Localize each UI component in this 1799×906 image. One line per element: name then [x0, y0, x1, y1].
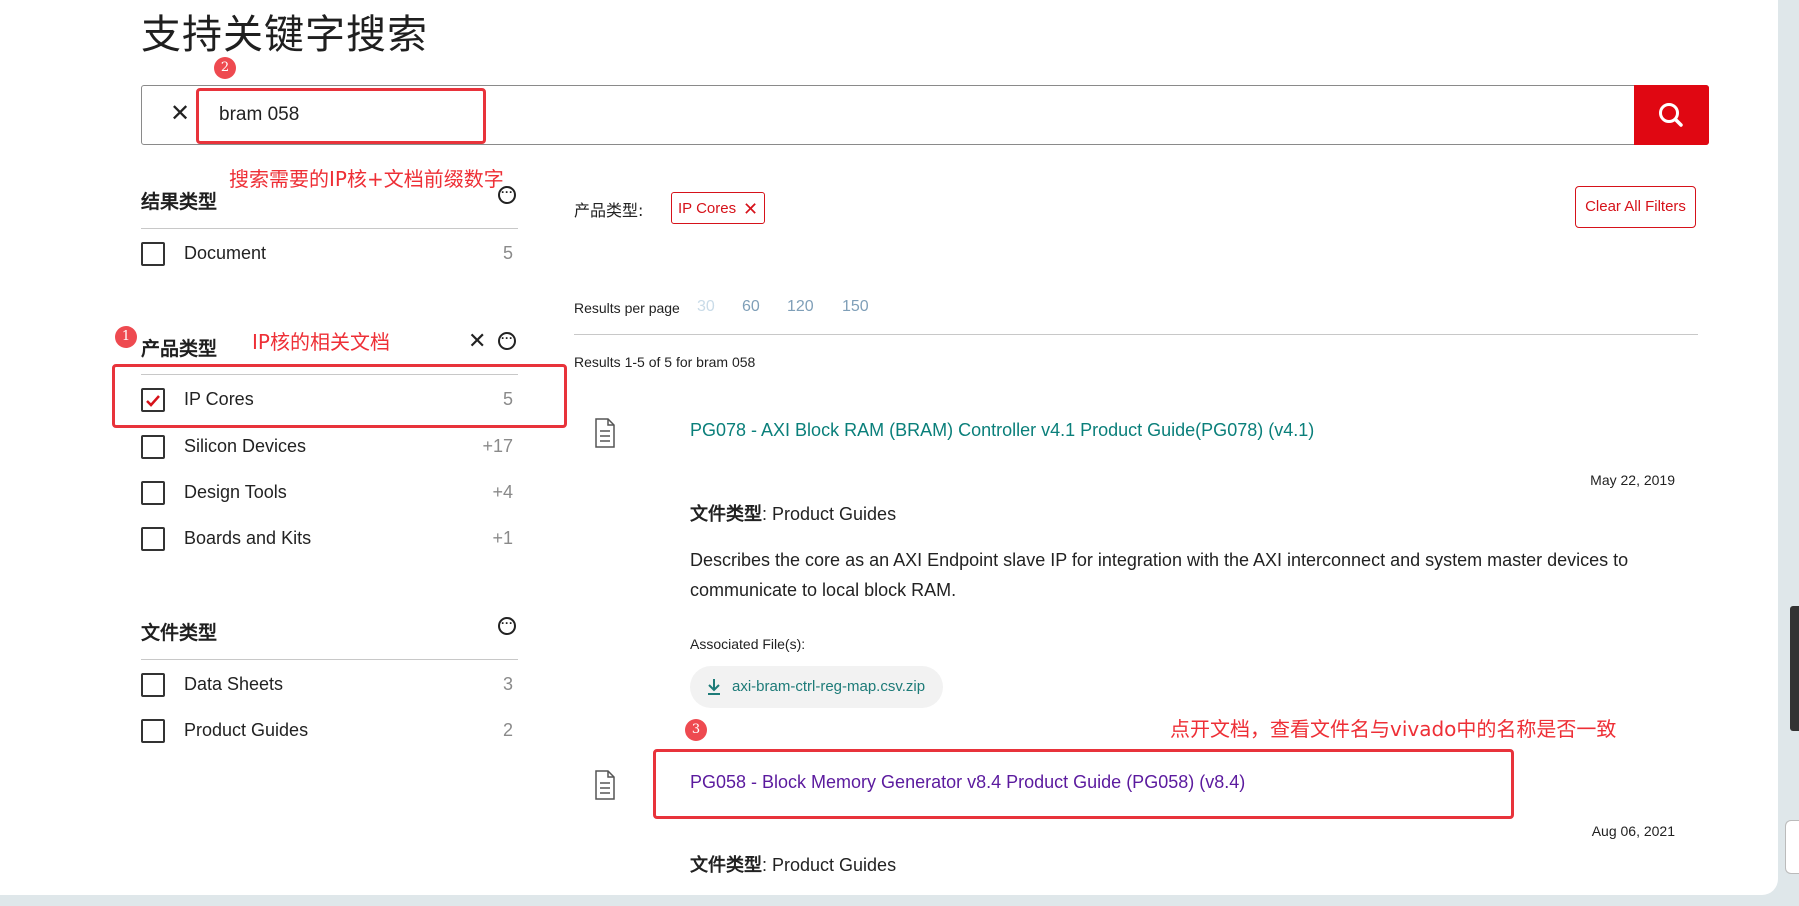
facet-option-label: Product Guides — [184, 720, 309, 740]
results-divider — [574, 334, 1698, 335]
clear-all-filters-button[interactable]: Clear All Filters — [1575, 186, 1696, 228]
results-per-page-option-150[interactable]: 150 — [842, 298, 869, 316]
facet-option-label: IP Cores — [184, 389, 254, 409]
more-options-icon[interactable]: ··· — [498, 332, 516, 350]
checkbox-checked[interactable] — [141, 388, 165, 412]
annotation-badge-3: 3 — [685, 719, 707, 741]
facet-option-label: Document — [184, 243, 267, 263]
annotation-badge-2: 2 — [214, 57, 236, 79]
annotation-badge-1: 1 — [115, 326, 137, 348]
results-per-page-option-60[interactable]: 60 — [742, 298, 760, 316]
checkbox[interactable] — [141, 673, 165, 697]
facet-divider — [141, 228, 518, 229]
search-icon — [1659, 103, 1683, 127]
facet-option-label: Silicon Devices — [184, 436, 307, 456]
annotation-box-search — [196, 88, 486, 144]
checkbox[interactable] — [141, 481, 165, 505]
results-summary: Results 1-5 of 5 for bram 058 — [574, 354, 756, 370]
checkbox[interactable] — [141, 242, 165, 266]
clear-search-icon[interactable]: ✕ — [165, 99, 195, 129]
facet-title-file-type: 文件类型 — [141, 622, 218, 644]
annotation-note-3: 点开文档，查看文件名与vivado中的名称是否一致 — [1170, 717, 1617, 741]
file-type-value: : Product Guides — [762, 504, 897, 524]
results-per-page-option-30[interactable]: 30 — [697, 298, 715, 316]
file-type-label: 文件类型 — [690, 855, 762, 876]
clear-facet-icon[interactable]: ✕ — [468, 330, 486, 352]
results-per-page-label: Results per page — [574, 300, 680, 316]
download-icon — [708, 679, 720, 695]
checkbox[interactable] — [141, 527, 165, 551]
remove-filter-icon[interactable]: ✕ — [743, 193, 758, 225]
associated-file-name: axi-bram-ctrl-reg-map.csv.zip — [732, 678, 926, 695]
facet-option-data-sheets[interactable]: Data Sheets 3 — [141, 671, 513, 701]
facet-title-result-type: 结果类型 — [141, 191, 218, 213]
facet-option-document[interactable]: Document 5 — [141, 240, 513, 270]
facet-option-count: 5 — [502, 243, 513, 263]
result-file-type: 文件类型: Product Guides — [690, 851, 896, 877]
checkmark-icon — [146, 395, 160, 407]
file-type-label: 文件类型 — [690, 504, 762, 525]
page-title: 支持关键字搜索 — [141, 12, 428, 58]
checkbox[interactable] — [141, 435, 165, 459]
facet-option-count: +17 — [482, 436, 513, 456]
facet-option-label: Data Sheets — [184, 674, 284, 694]
search-button[interactable] — [1634, 85, 1709, 145]
checkbox[interactable] — [141, 719, 165, 743]
annotation-note-1: IP核的相关文档 — [252, 330, 390, 354]
side-panel-toggle[interactable] — [1785, 820, 1799, 874]
facet-option-design-tools[interactable]: Design Tools +4 — [141, 479, 513, 509]
scrollbar-thumb[interactable] — [1790, 606, 1799, 731]
facet-option-count: 3 — [502, 674, 513, 694]
associated-files-label: Associated File(s): — [690, 636, 806, 652]
facet-option-count: 5 — [502, 389, 513, 409]
facet-option-count: +1 — [492, 528, 513, 548]
file-type-value: : Product Guides — [762, 855, 897, 875]
document-icon — [595, 770, 615, 800]
more-options-icon[interactable]: ··· — [498, 617, 516, 635]
result-date: Aug 06, 2021 — [1591, 823, 1675, 839]
result-title-link[interactable]: PG058 - Block Memory Generator v8.4 Prod… — [690, 772, 1245, 793]
result-title-link[interactable]: PG078 - AXI Block RAM (BRAM) Controller … — [690, 420, 1314, 441]
facet-option-boards-and-kits[interactable]: Boards and Kits +1 — [141, 525, 513, 555]
result-file-type: 文件类型: Product Guides — [690, 500, 896, 526]
more-options-icon[interactable]: ··· — [498, 186, 516, 204]
facet-divider — [141, 659, 518, 660]
active-filter-label: 产品类型: — [574, 201, 644, 220]
facet-title-product-type: 产品类型 — [141, 338, 218, 360]
facet-option-silicon-devices[interactable]: Silicon Devices +17 — [141, 433, 513, 463]
associated-file-download[interactable]: axi-bram-ctrl-reg-map.csv.zip — [690, 666, 944, 708]
result-description: Describes the core as an AXI Endpoint sl… — [690, 550, 1629, 600]
facet-option-label: Boards and Kits — [184, 528, 312, 548]
filter-chip-label: IP Cores — [678, 200, 737, 217]
annotation-note-2: 搜索需要的IP核+文档前缀数字 — [229, 167, 504, 191]
results-per-page-option-120[interactable]: 120 — [787, 298, 814, 316]
result-date: May 22, 2019 — [1590, 472, 1675, 488]
facet-option-count: +4 — [492, 482, 513, 502]
facet-option-label: Design Tools — [184, 482, 287, 502]
page-container: 支持关键字搜索 ✕ 2 搜索需要的IP核+文档前缀数字 结果类型 ··· Doc… — [0, 0, 1778, 895]
facet-option-ip-cores[interactable]: IP Cores 5 — [141, 386, 513, 416]
filter-chip-ip-cores[interactable]: IP Cores ✕ — [671, 192, 766, 225]
facet-option-product-guides[interactable]: Product Guides 2 — [141, 717, 513, 747]
document-icon — [595, 418, 615, 448]
facet-option-count: 2 — [502, 720, 513, 740]
